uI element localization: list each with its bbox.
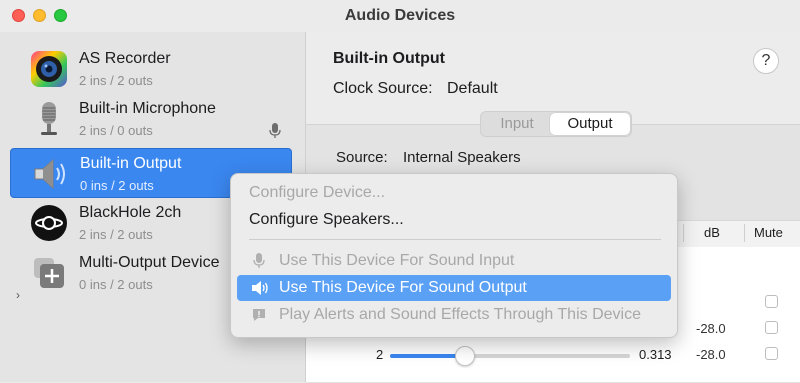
menu-item-use-for-input[interactable]: Use This Device For Sound Input (237, 248, 671, 274)
column-header-db: dB (704, 225, 720, 240)
device-name: Multi-Output Device (79, 254, 220, 271)
menu-item-use-for-output[interactable]: Use This Device For Sound Output (237, 275, 671, 301)
source-value[interactable]: Internal Speakers (403, 149, 521, 166)
mute-checkbox[interactable] (765, 321, 778, 334)
device-name: AS Recorder (79, 50, 171, 67)
device-as-recorder[interactable]: AS Recorder 2 ins / 2 outs (10, 44, 292, 94)
volume-value: 0.313 (639, 347, 672, 362)
as-recorder-icon (30, 50, 68, 88)
help-button[interactable]: ? (753, 48, 779, 74)
device-context-menu: Configure Device... Configure Speakers..… (230, 173, 678, 338)
menu-separator (249, 239, 661, 240)
device-name: Built-in Microphone (79, 100, 216, 117)
clock-source-label: Clock Source: (333, 80, 433, 97)
clock-source-select[interactable]: Default (447, 80, 498, 98)
column-header-mute: Mute (754, 225, 783, 240)
menu-item-label: Configure Device... (249, 184, 386, 201)
tab-input[interactable]: Input (487, 115, 547, 132)
device-name: Built-in Output (80, 155, 182, 172)
channel-number: 2 (376, 347, 384, 362)
menu-item-configure-speakers[interactable]: Configure Speakers... (237, 207, 671, 233)
title-bar: Audio Devices (0, 0, 800, 32)
device-built-in-microphone[interactable]: Built-in Microphone 2 ins / 0 outs (10, 94, 292, 144)
channel-db-value: -28.0 (696, 347, 726, 362)
speaker-icon (251, 280, 268, 296)
column-divider (683, 224, 684, 242)
volume-slider-knob[interactable] (455, 346, 476, 366)
source-label: Source: (336, 149, 388, 166)
blackhole-icon (30, 204, 68, 242)
volume-slider-fill (390, 354, 466, 358)
menu-item-label: Use This Device For Sound Input (279, 252, 515, 269)
device-title: Built-in Output (333, 50, 445, 67)
mute-checkbox[interactable] (765, 295, 778, 308)
menu-item-configure-device[interactable]: Configure Device... (237, 180, 671, 206)
alert-icon (251, 307, 267, 323)
menu-item-label: Play Alerts and Sound Effects Through Th… (279, 306, 641, 323)
speaker-icon (31, 155, 69, 193)
tab-output[interactable]: Output (550, 113, 630, 135)
microphone-icon (251, 253, 267, 269)
device-io: 0 ins / 2 outs (80, 178, 154, 193)
multi-output-icon (30, 254, 68, 292)
input-output-segmented-control: Input Output (480, 111, 632, 137)
audio-devices-window: Audio Devices AS Recorder 2 ins / 2 outs… (0, 0, 800, 383)
device-name: BlackHole 2ch (79, 204, 182, 221)
window-title: Audio Devices (344, 7, 456, 24)
volume-slider[interactable] (390, 346, 630, 366)
mute-checkbox[interactable] (765, 347, 778, 360)
menu-item-label: Use This Device For Sound Output (279, 279, 527, 296)
microphone-icon (30, 100, 68, 138)
channel-db-value: -28.0 (696, 321, 726, 336)
menu-item-play-alerts[interactable]: Play Alerts and Sound Effects Through Th… (237, 302, 671, 328)
device-io: 2 ins / 2 outs (79, 227, 153, 242)
device-io: 2 ins / 2 outs (79, 73, 153, 88)
column-divider (744, 224, 745, 242)
menu-item-label: Configure Speakers... (249, 211, 404, 228)
device-io: 0 ins / 2 outs (79, 277, 153, 292)
device-io: 2 ins / 0 outs (79, 123, 153, 138)
input-device-mic-icon (268, 123, 282, 139)
